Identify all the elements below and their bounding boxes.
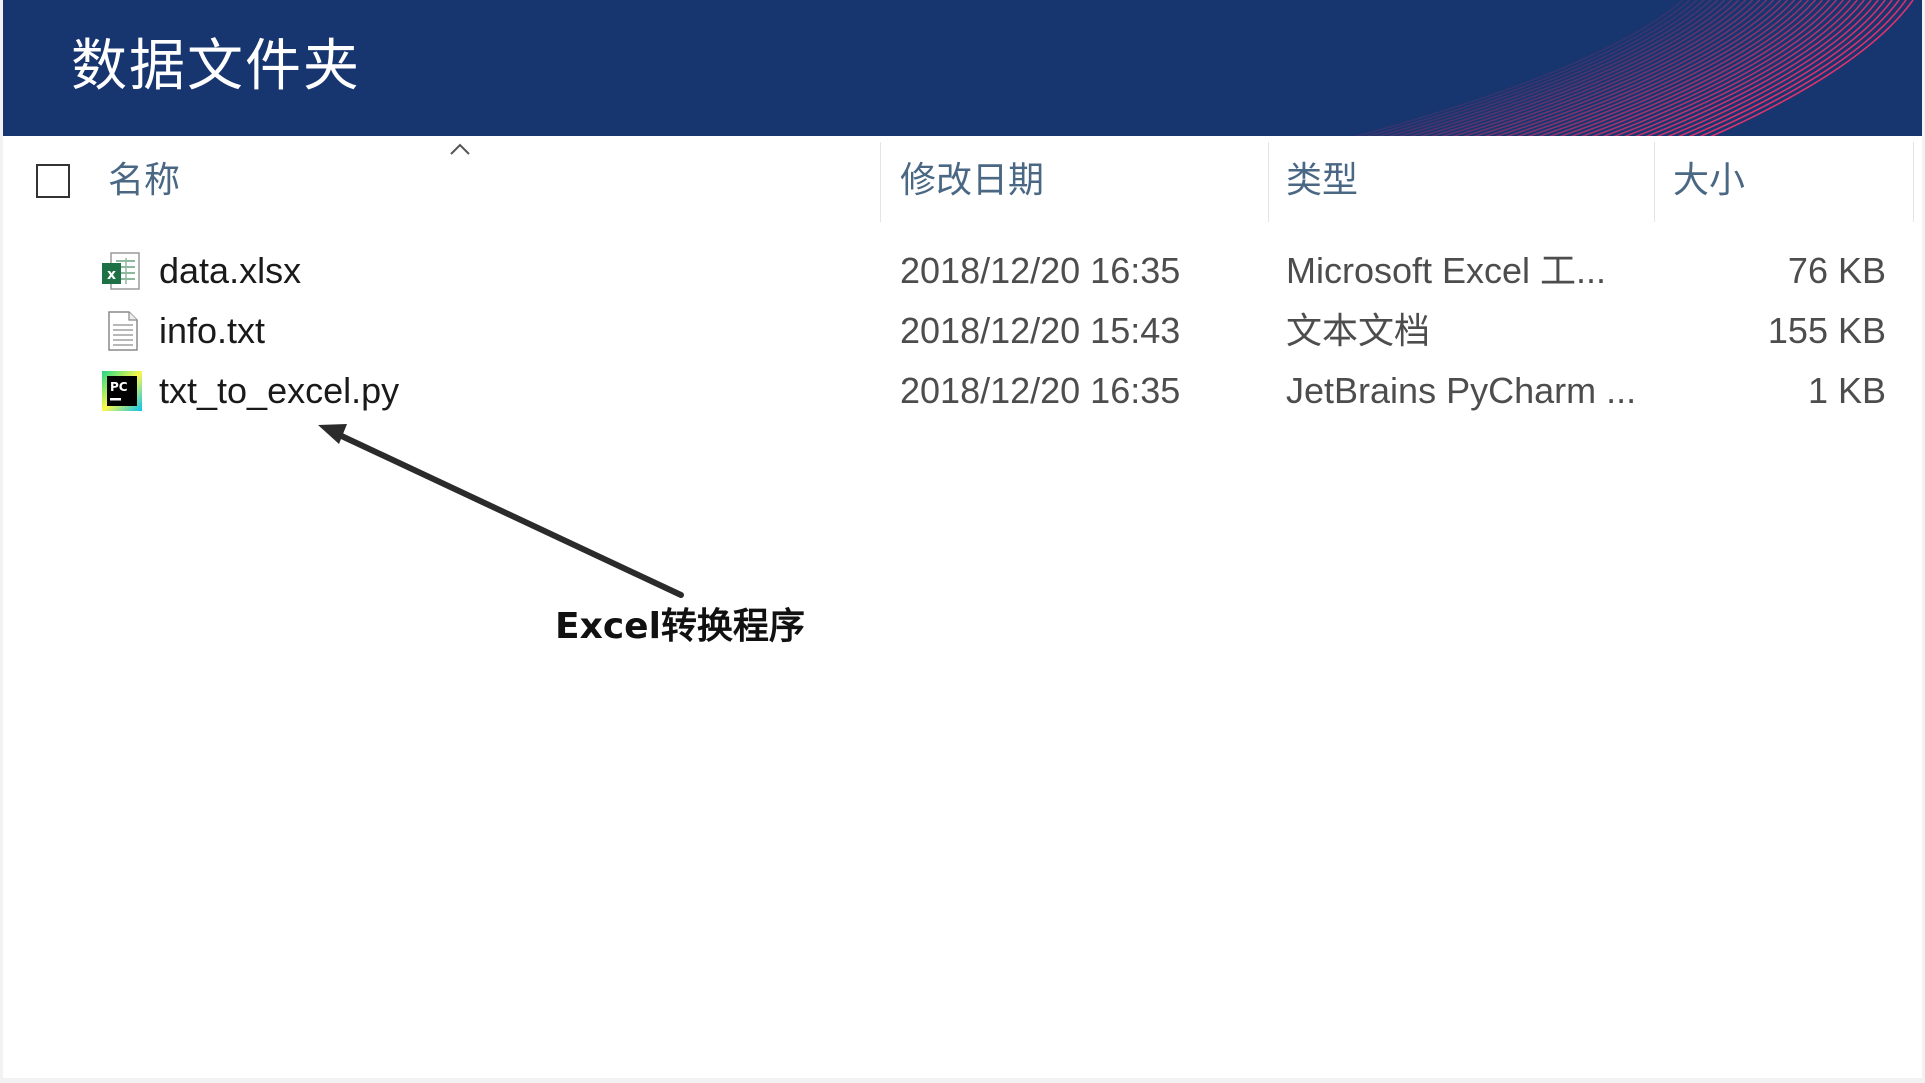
file-name[interactable]: txt_to_excel.py [159,368,399,414]
text-file-icon [108,311,138,351]
column-header-row: 名称 修改日期 类型 大小 [3,142,1922,222]
file-type: 文本文档 [1286,310,1431,351]
decorative-lines-graphic [1354,0,1914,136]
column-header-type[interactable]: 类型 [1286,158,1358,202]
column-header-name[interactable]: 名称 [108,158,180,202]
file-type: JetBrains PyCharm ... [1286,370,1637,411]
file-name[interactable]: info.txt [159,308,265,354]
title-banner: 数据文件夹 [3,0,1922,136]
file-type: Microsoft Excel 工... [1286,250,1607,291]
column-divider[interactable] [1913,142,1914,222]
file-size: 76 KB [1787,250,1886,291]
file-row[interactable]: PC txt_to_excel.py 2018/12/20 16:35 JetB… [3,360,1922,420]
sort-ascending-icon[interactable] [449,142,471,156]
file-modified-date: 2018/12/20 16:35 [900,250,1181,291]
file-row[interactable]: info.txt 2018/12/20 15:43 文本文档 155 KB [3,300,1922,360]
file-modified-date: 2018/12/20 16:35 [900,370,1181,411]
column-header-modified[interactable]: 修改日期 [900,158,1044,202]
column-divider[interactable] [1654,142,1655,222]
file-modified-date: 2018/12/20 15:43 [900,310,1181,351]
svg-text:x: x [107,267,116,283]
file-name[interactable]: data.xlsx [159,248,301,294]
column-divider[interactable] [1268,142,1269,222]
file-size: 155 KB [1767,310,1886,351]
page-title: 数据文件夹 [71,34,361,99]
decorative-line [1559,0,1817,136]
select-all-checkbox[interactable] [36,164,70,198]
column-header-size[interactable]: 大小 [1673,158,1745,202]
column-divider[interactable] [880,142,881,222]
svg-text:PC: PC [110,380,128,394]
file-size: 1 KB [1807,370,1886,411]
excel-file-icon: x [102,252,140,290]
pycharm-file-icon: PC [102,371,142,411]
slide: 数据文件夹 名称 修改日期 类型 大小 x data.xlsx 2018/12/… [3,0,1922,1078]
file-row[interactable]: x data.xlsx 2018/12/20 16:35 Microsoft E… [3,240,1922,300]
decorative-line [1354,0,1684,136]
annotation-arrow [318,424,684,598]
annotation-label: Excel转换程序 [555,606,805,647]
